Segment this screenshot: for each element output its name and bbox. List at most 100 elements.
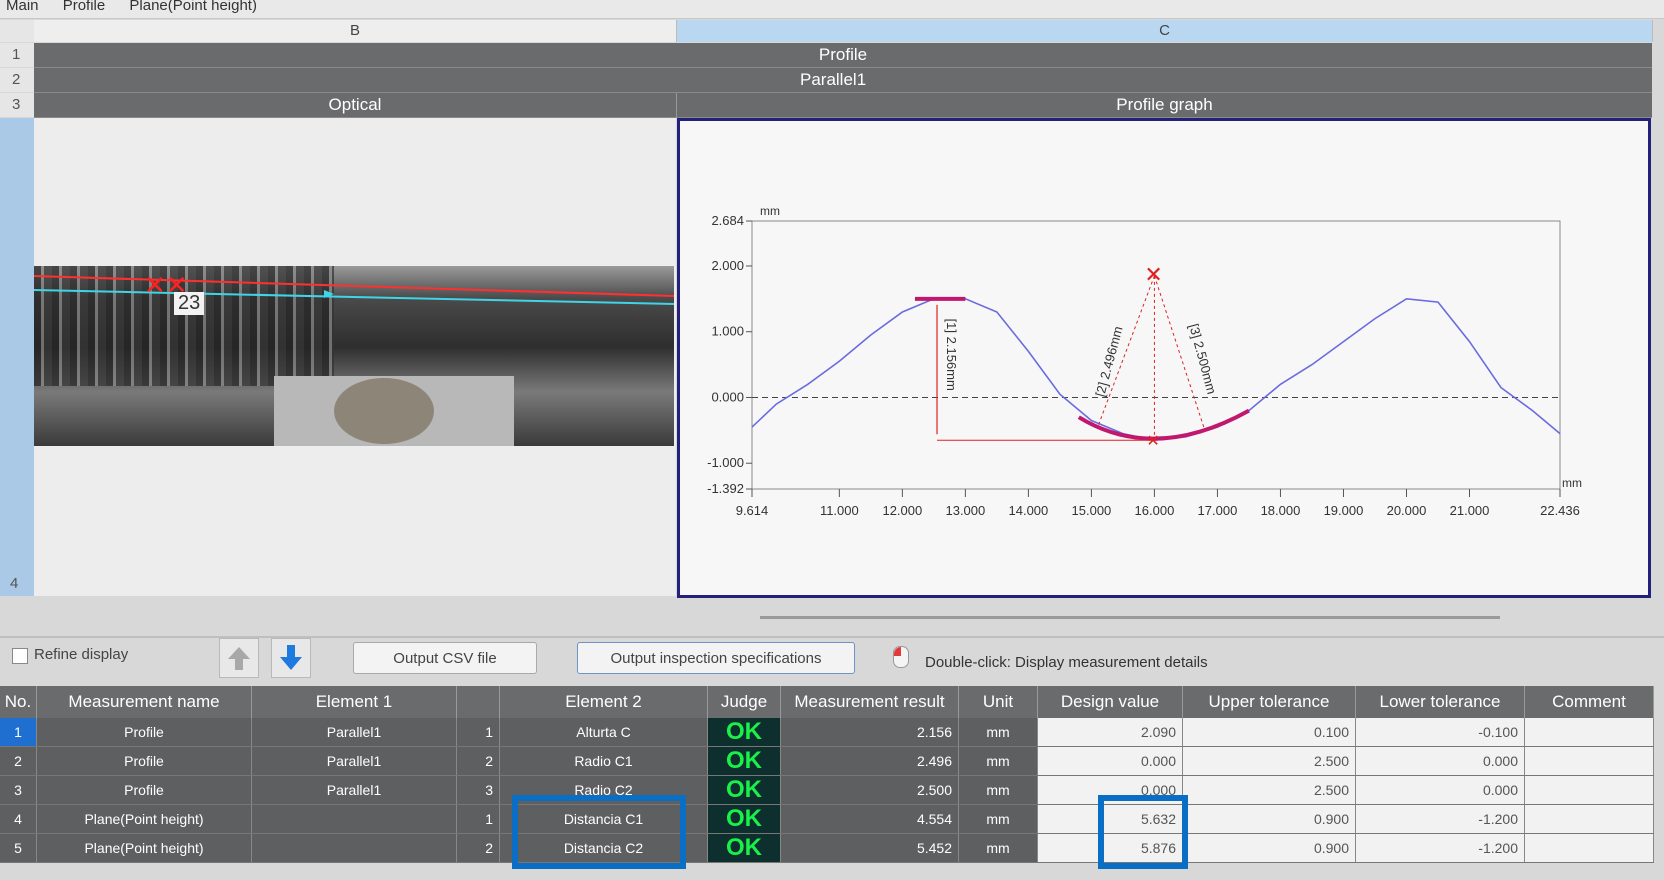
cell-measurement-name[interactable]: Plane(Point height) [36, 804, 252, 834]
cell-element-2[interactable]: Alturta C [499, 718, 708, 747]
cell-measurement-name[interactable]: Plane(Point height) [36, 833, 252, 863]
x-tick-label: 15.000 [1072, 503, 1112, 518]
cell-parallel1-header[interactable]: Parallel1 [34, 68, 1652, 93]
cell-element-2[interactable]: Radio C1 [499, 746, 708, 776]
cell-lower-tolerance[interactable]: 0.000 [1355, 746, 1525, 776]
cell-lower-tolerance[interactable]: -1.200 [1355, 833, 1525, 863]
tab-profile[interactable]: Profile [63, 0, 106, 14]
row-number-4[interactable]: 4 [0, 118, 34, 596]
profile-graph-cell[interactable]: mm mm 2.684 2.000 1.000 0.000 -1.000 -1.392 9.61… [677, 118, 1651, 598]
cell-no[interactable]: 1 [0, 718, 37, 747]
cell-measurement-result[interactable]: 2.156 [780, 718, 959, 747]
cell-measurement-result[interactable]: 2.496 [780, 746, 959, 776]
refine-checkbox[interactable] [12, 648, 28, 664]
table-row[interactable]: 2 Profile Parallel1 2 Radio C1 OK 2.496 … [0, 746, 1654, 776]
tab-main[interactable]: Main [6, 0, 39, 14]
cell-index[interactable]: 2 [456, 833, 500, 863]
tab-plane-point-height[interactable]: Plane(Point height) [129, 0, 257, 14]
header-element-1[interactable]: Element 1 [251, 686, 457, 718]
move-down-button[interactable] [271, 638, 311, 678]
output-spec-button[interactable]: Output inspection specifications [577, 642, 855, 674]
cell-element-1[interactable]: Parallel1 [251, 746, 457, 776]
cell-unit[interactable]: mm [958, 833, 1038, 863]
cell-measurement-result[interactable]: 5.452 [780, 833, 959, 863]
cell-comment[interactable] [1524, 804, 1654, 834]
cell-judge[interactable]: OK [707, 833, 781, 863]
cell-index[interactable]: 3 [456, 775, 500, 805]
cell-element-1[interactable]: Parallel1 [251, 718, 457, 747]
table-row[interactable]: 4 Plane(Point height) 1 Distancia C1 OK … [0, 804, 1654, 834]
cell-no[interactable]: 4 [0, 804, 37, 834]
horizontal-scrollbar[interactable] [760, 616, 1500, 619]
optical-image[interactable]: ✕✕ 23 [34, 266, 674, 446]
column-header-b[interactable]: B [34, 20, 677, 42]
header-element-2[interactable]: Element 2 [499, 686, 708, 718]
header-judge[interactable]: Judge [707, 686, 781, 718]
cell-upper-tolerance[interactable]: 0.900 [1182, 833, 1356, 863]
cell-upper-tolerance[interactable]: 2.500 [1182, 775, 1356, 805]
header-unit[interactable]: Unit [958, 686, 1038, 718]
cell-judge[interactable]: OK [707, 804, 781, 834]
column-header-c[interactable]: C [677, 20, 1653, 42]
cell-index[interactable]: 1 [456, 718, 500, 747]
cell-unit[interactable]: mm [958, 718, 1038, 747]
cell-index[interactable]: 1 [456, 804, 500, 834]
y-axis-unit-label: mm [760, 204, 780, 218]
cell-measurement-result[interactable]: 4.554 [780, 804, 959, 834]
header-design-value[interactable]: Design value [1037, 686, 1183, 718]
cell-design-value[interactable]: 2.090 [1037, 718, 1183, 747]
arrow-up-icon [228, 647, 250, 670]
cell-measurement-name[interactable]: Profile [36, 746, 252, 776]
output-csv-button[interactable]: Output CSV file [353, 642, 537, 674]
cell-upper-tolerance[interactable]: 0.900 [1182, 804, 1356, 834]
cell-lower-tolerance[interactable]: -0.100 [1355, 718, 1525, 747]
highlight-box-design-value [1098, 795, 1188, 869]
cell-no[interactable]: 2 [0, 746, 37, 776]
cell-upper-tolerance[interactable]: 0.100 [1182, 718, 1356, 747]
cell-upper-tolerance[interactable]: 2.500 [1182, 746, 1356, 776]
cell-unit[interactable]: mm [958, 775, 1038, 805]
cell-profile-header[interactable]: Profile [34, 43, 1652, 68]
cell-design-value[interactable]: 0.000 [1037, 746, 1183, 776]
table-row[interactable]: 1 Profile Parallel1 1 Alturta C OK 2.156… [0, 718, 1654, 747]
table-row[interactable]: 3 Profile Parallel1 3 Radio C2 OK 2.500 … [0, 775, 1654, 805]
cell-lower-tolerance[interactable]: -1.200 [1355, 804, 1525, 834]
cell-judge[interactable]: OK [707, 718, 781, 747]
parallel1-label: Parallel1 [800, 70, 867, 89]
cell-comment[interactable] [1524, 746, 1654, 776]
optical-cell[interactable]: ✕✕ 23 [34, 118, 676, 596]
cell-judge[interactable]: OK [707, 746, 781, 776]
header-lower-tolerance[interactable]: Lower tolerance [1355, 686, 1525, 718]
cell-index[interactable]: 2 [456, 746, 500, 776]
cell-measurement-name[interactable]: Profile [36, 718, 252, 747]
header-index[interactable] [456, 686, 500, 718]
row-number-3[interactable]: 3 [0, 93, 34, 117]
header-comment[interactable]: Comment [1524, 686, 1654, 718]
header-no[interactable]: No. [0, 686, 37, 718]
optical-marker-label: 23 [174, 292, 205, 315]
cell-comment[interactable] [1524, 718, 1654, 747]
cell-lower-tolerance[interactable]: 0.000 [1355, 775, 1525, 805]
cell-element-1[interactable] [251, 833, 457, 863]
double-click-hint: Double-click: Display measurement detail… [925, 654, 1208, 671]
cell-measurement-name[interactable]: Profile [36, 775, 252, 805]
cell-element-1[interactable] [251, 804, 457, 834]
cell-unit[interactable]: mm [958, 804, 1038, 834]
cell-no[interactable]: 5 [0, 833, 37, 863]
cell-no[interactable]: 3 [0, 775, 37, 805]
header-measurement-result[interactable]: Measurement result [780, 686, 959, 718]
header-upper-tolerance[interactable]: Upper tolerance [1182, 686, 1356, 718]
cell-profile-graph-header[interactable]: Profile graph [677, 93, 1652, 118]
cell-judge[interactable]: OK [707, 775, 781, 805]
table-row[interactable]: 5 Plane(Point height) 2 Distancia C2 OK … [0, 833, 1654, 863]
cell-measurement-result[interactable]: 2.500 [780, 775, 959, 805]
cell-comment[interactable] [1524, 775, 1654, 805]
row-number-1[interactable]: 1 [0, 43, 34, 67]
header-measurement-name[interactable]: Measurement name [36, 686, 252, 718]
cell-optical-header[interactable]: Optical [34, 93, 677, 118]
move-up-button[interactable] [219, 638, 259, 678]
cell-unit[interactable]: mm [958, 746, 1038, 776]
row-number-2[interactable]: 2 [0, 68, 34, 92]
cell-element-1[interactable]: Parallel1 [251, 775, 457, 805]
cell-comment[interactable] [1524, 833, 1654, 863]
